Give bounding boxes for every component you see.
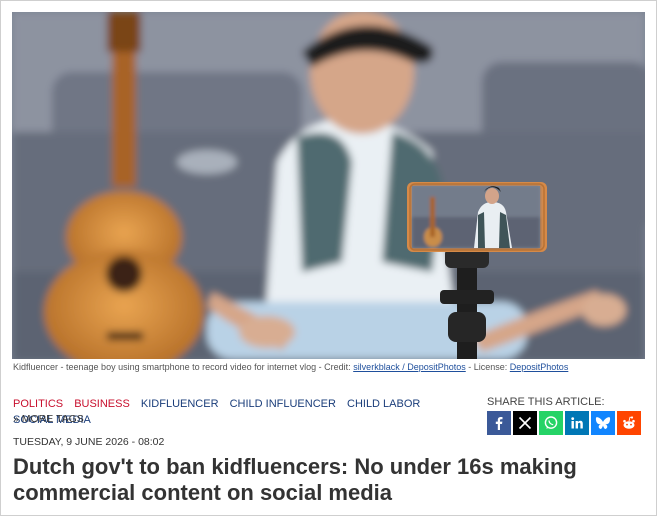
whatsapp-icon (544, 416, 558, 429)
share-buttons (487, 411, 641, 435)
photo-illustration (12, 12, 645, 359)
tag-business[interactable]: BUSINESS (74, 396, 130, 412)
x-icon (518, 416, 532, 430)
facebook-share-button[interactable] (487, 411, 511, 435)
reddit-share-button[interactable] (617, 411, 641, 435)
linkedin-share-button[interactable] (565, 411, 589, 435)
article-photo (12, 12, 645, 359)
article-title: Dutch gov't to ban kidfluencers: No unde… (13, 454, 577, 505)
caption-text: Kidfluencer - teenage boy using smartpho… (13, 362, 354, 372)
x-share-button[interactable] (513, 411, 537, 435)
share-label: SHARE THIS ARTICLE: (487, 396, 605, 408)
facebook-icon (495, 417, 503, 430)
tag-kidfluencer[interactable]: KIDFLUENCER (141, 396, 219, 412)
bluesky-share-button[interactable] (591, 411, 615, 435)
photo-caption: Kidfluencer - teenage boy using smartpho… (13, 362, 568, 372)
credit-link[interactable]: silverkblack / DepositPhotos (353, 362, 466, 372)
tag-politics[interactable]: POLITICS (13, 396, 63, 412)
license-text: - License: (465, 362, 510, 372)
linkedin-icon (571, 417, 583, 429)
more-tags-link[interactable]: » MORE TAGS (13, 413, 84, 425)
tag-child-influencer[interactable]: CHILD INFLUENCER (230, 396, 336, 412)
whatsapp-share-button[interactable] (539, 411, 563, 435)
tag-child-labor[interactable]: CHILD LABOR (347, 396, 420, 412)
bluesky-icon (595, 417, 611, 429)
license-link[interactable]: DepositPhotos (510, 362, 569, 372)
article-card: Kidfluencer - teenage boy using smartpho… (0, 0, 657, 516)
publish-date: TUESDAY, 9 JUNE 2026 - 08:02 (13, 436, 165, 448)
reddit-icon (623, 416, 635, 429)
